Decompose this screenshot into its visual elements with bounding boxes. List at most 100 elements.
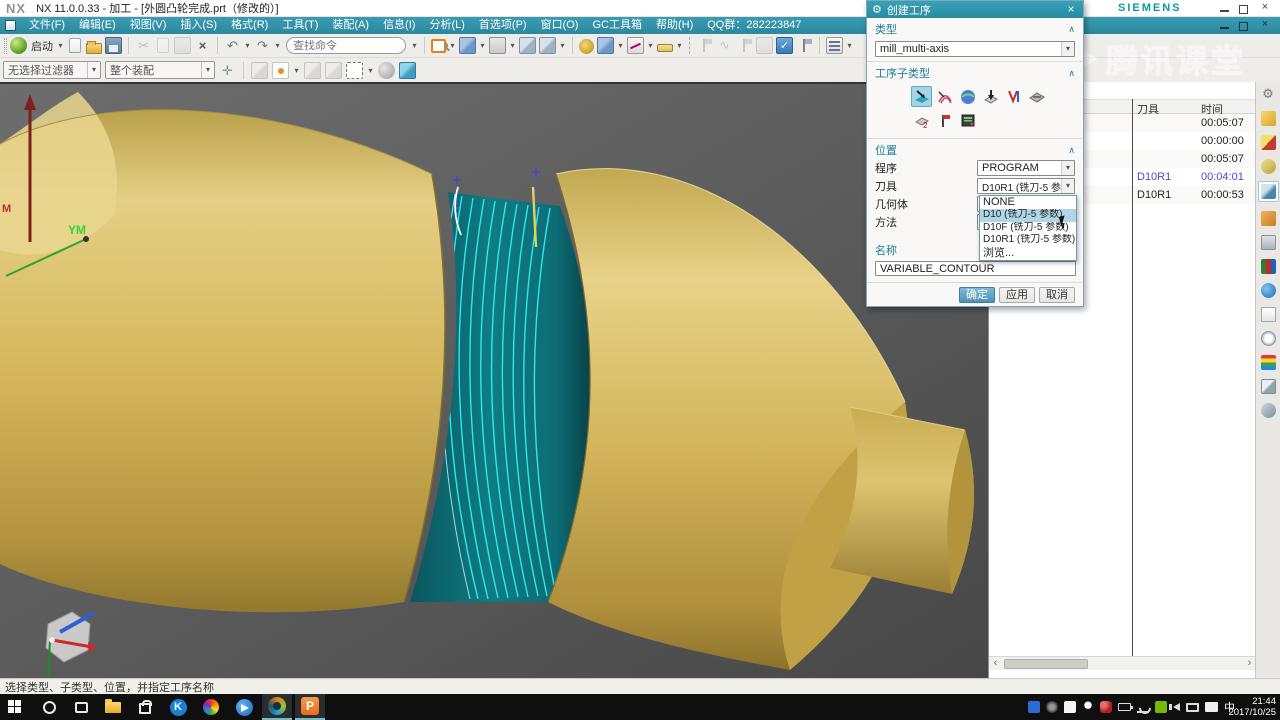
thunder-app-icon[interactable] (229, 694, 259, 720)
undo-icon[interactable]: ↶ (224, 37, 241, 54)
shaded-sphere-icon[interactable] (378, 62, 395, 79)
window-caret-icon[interactable]: ▾ (449, 41, 456, 50)
open-file-icon[interactable] (86, 43, 102, 54)
flag-pole-icon[interactable] (796, 37, 813, 54)
apply-button[interactable]: 应用 (999, 287, 1035, 303)
gear-icon[interactable]: ⚙ (1256, 86, 1280, 102)
restore-button[interactable] (1239, 5, 1248, 14)
type-caret-icon[interactable]: ▾ (1061, 42, 1074, 56)
assembly-navigator-icon[interactable] (1261, 111, 1276, 126)
system-tools-icon[interactable] (1261, 403, 1276, 418)
subtype-zlevel-5axis-icon[interactable] (980, 86, 1001, 107)
nx-taskbar-icon[interactable] (262, 694, 292, 720)
select-tool-icon[interactable] (1261, 379, 1276, 394)
machining-wizard-icon[interactable] (1261, 211, 1276, 226)
filter-caret-icon[interactable]: ▾ (87, 62, 100, 78)
showhide-caret-icon[interactable]: ▾ (509, 41, 516, 50)
navigator-hscrollbar[interactable]: ‹ › (989, 656, 1256, 670)
child-close-button[interactable]: × (1258, 18, 1272, 32)
key-icon[interactable] (579, 39, 594, 54)
window-layout-icon[interactable] (431, 39, 446, 53)
nvidia-icon[interactable] (1155, 701, 1167, 713)
layers-icon[interactable] (826, 37, 843, 54)
tool-dropdown[interactable]: D10R1 (铣刀-5 参数) ▾ (977, 178, 1075, 194)
measure-icon[interactable] (627, 37, 644, 54)
show-hide-icon[interactable] (489, 37, 506, 54)
delete-icon[interactable]: × (194, 37, 211, 54)
subtype-variable-streamline-icon[interactable] (934, 86, 955, 107)
location-collapse-icon[interactable]: ∧ (1068, 145, 1075, 156)
subtype-mill-control-icon[interactable] (957, 110, 978, 131)
cortana-button[interactable] (34, 694, 64, 720)
roles-icon[interactable] (1261, 355, 1276, 370)
save-icon[interactable] (105, 37, 122, 54)
menu-analysis[interactable]: 分析(L) (422, 17, 471, 34)
section-caret-icon[interactable]: ▾ (559, 41, 566, 50)
orient-view-icon[interactable] (597, 37, 614, 54)
start-menu-button[interactable]: 启动 (31, 38, 53, 54)
start-button[interactable] (0, 694, 30, 720)
tool-option-none[interactable]: NONE (980, 196, 1076, 209)
menu-insert[interactable]: 插入(S) (173, 17, 224, 34)
history-icon[interactable] (1261, 331, 1276, 346)
toolbar-grip[interactable] (4, 38, 7, 54)
file-explorer-icon[interactable] (98, 694, 128, 720)
tray-app1-icon[interactable] (1028, 701, 1040, 713)
section-type[interactable]: 类型 ∧ (867, 18, 1083, 38)
menu-gc-toolbox[interactable]: GC工具箱 (585, 17, 649, 34)
ok-button[interactable]: 确定 (959, 287, 995, 303)
taskbar-clock[interactable]: 21:44 2017/10/25 (1214, 696, 1276, 718)
redo-caret-icon[interactable]: ▾ (274, 41, 281, 50)
child-minimize-button[interactable] (1220, 21, 1229, 29)
reuse-library-icon[interactable] (1261, 259, 1276, 274)
undo-caret-icon[interactable]: ▾ (244, 41, 251, 50)
subtype-hole-making-icon[interactable] (934, 110, 955, 131)
menu-edit[interactable]: 编辑(E) (72, 17, 123, 34)
snap-point-icon[interactable]: ✛ (219, 62, 236, 79)
dialog-title-bar[interactable]: ⚙ 创建工序 × (867, 1, 1083, 18)
constraint-navigator-icon[interactable] (1261, 135, 1276, 150)
scroll-left-icon[interactable]: ‹ (989, 657, 1002, 670)
photos-app-icon[interactable] (196, 694, 226, 720)
subtype-variable-contour-icon[interactable] (911, 86, 932, 107)
process-calculator-icon[interactable] (1261, 235, 1276, 250)
section-location[interactable]: 位置 ∧ (867, 139, 1083, 159)
check-v-icon[interactable]: ✓ (776, 37, 793, 54)
network-icon[interactable] (1186, 703, 1199, 712)
nx-start-icon[interactable] (10, 37, 27, 54)
minimize-button[interactable] (1220, 4, 1229, 12)
menu-information[interactable]: 信息(I) (376, 17, 422, 34)
subtype-userdefined-icon[interactable]: 2 (911, 110, 932, 131)
wps-taskbar-icon[interactable]: P (295, 694, 325, 720)
scrollbar-track[interactable] (1002, 658, 1243, 670)
section-subtype[interactable]: 工序子类型 ∧ (867, 62, 1083, 82)
lasso-select-icon[interactable] (346, 62, 363, 79)
ruler-caret-icon[interactable]: ▾ (676, 41, 683, 50)
speaker-icon[interactable] (1173, 703, 1180, 711)
document-icon[interactable] (1261, 307, 1276, 322)
redo-icon[interactable]: ↷ (254, 37, 271, 54)
part-navigator-icon[interactable] (1261, 159, 1276, 174)
workpiece-icon[interactable] (399, 62, 416, 79)
child-restore-button[interactable] (1239, 22, 1248, 31)
scrollbar-thumb[interactable] (1004, 659, 1088, 669)
menu-file[interactable]: 文件(F) (22, 17, 72, 34)
tray-camera-icon[interactable] (1046, 701, 1058, 713)
graphics-window[interactable]: YM M (0, 82, 988, 678)
menu-help[interactable]: 帮助(H) (649, 17, 700, 34)
start-caret-icon[interactable]: ▾ (57, 41, 64, 50)
operation-name-input[interactable] (875, 261, 1076, 276)
ruler-icon[interactable] (657, 44, 673, 52)
section-view-icon[interactable] (519, 37, 536, 54)
menu-tools[interactable]: 工具(T) (275, 17, 325, 34)
store-icon[interactable] (130, 694, 160, 720)
operation-navigator-active[interactable] (1258, 181, 1279, 202)
selection-filter-combo[interactable]: 无选择过滤器 ▾ (3, 61, 101, 79)
kugou-app-icon[interactable]: K (163, 694, 193, 720)
battery-icon[interactable] (1118, 703, 1131, 711)
lasso-caret-icon[interactable]: ▾ (367, 66, 374, 75)
task-view-button[interactable] (66, 694, 96, 720)
scope-caret-icon[interactable]: ▾ (201, 62, 214, 78)
type-collapse-icon[interactable]: ∧ (1068, 24, 1075, 35)
tool-option-d10r1[interactable]: D10R1 (铣刀-5 参数) (980, 234, 1076, 247)
